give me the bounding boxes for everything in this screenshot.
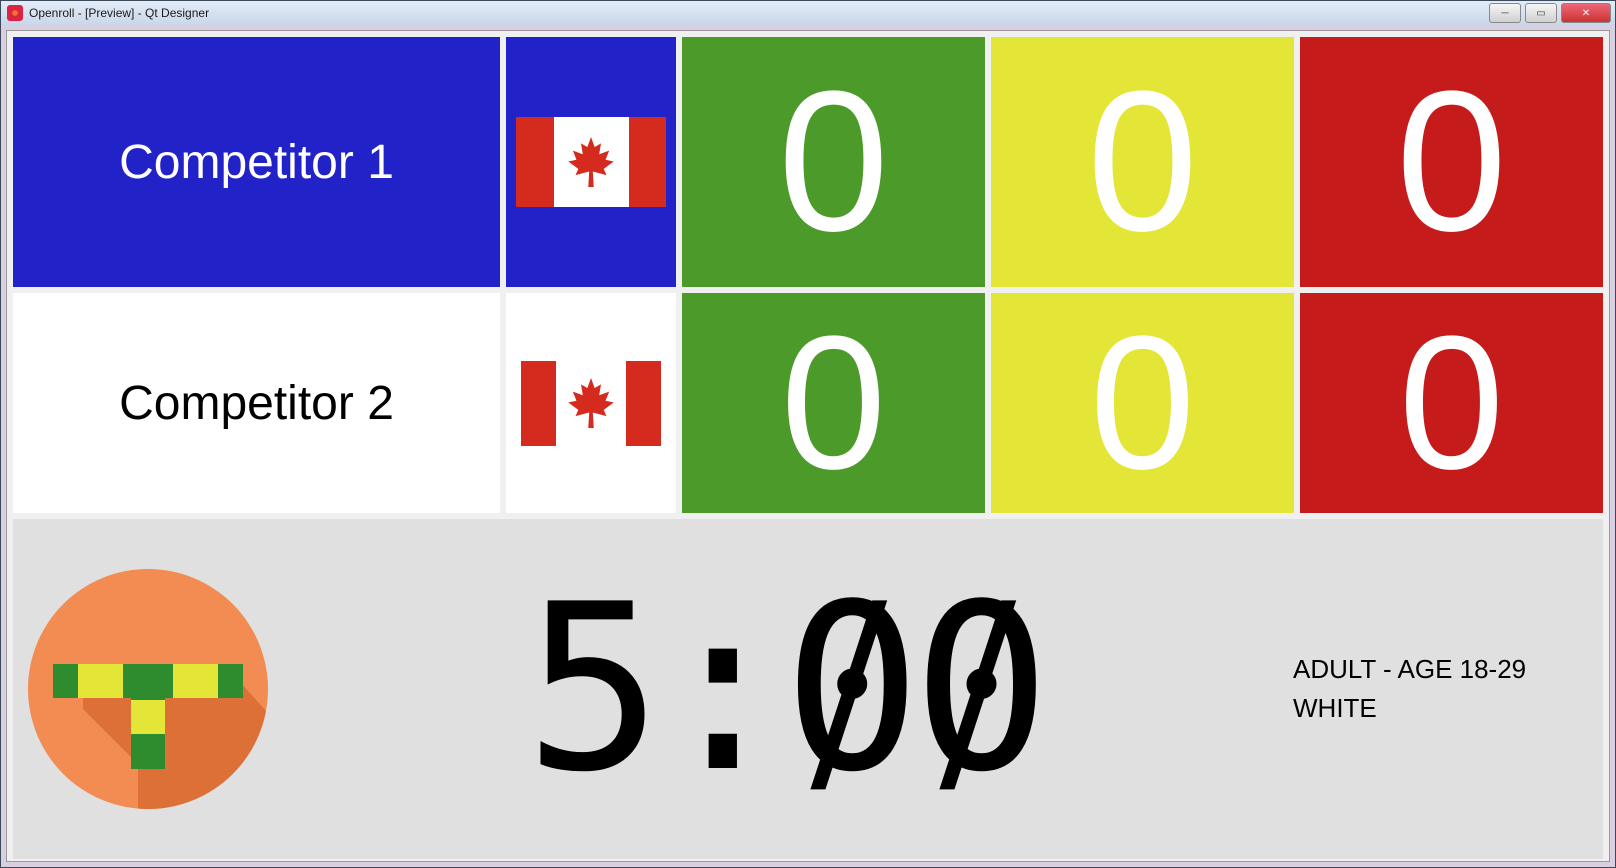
window-buttons: ─ ▭ ✕ xyxy=(1489,3,1611,23)
competitor1-penalties[interactable]: 0 xyxy=(1300,37,1603,287)
division-info: ADULT - AGE 18-29 WHITE xyxy=(1293,650,1583,728)
tshirt-logo-icon xyxy=(23,564,273,814)
canada-flag-icon xyxy=(521,361,661,446)
competitor1-points[interactable]: 0 xyxy=(682,37,985,287)
bottom-panel: 5:0/0/ ADULT - AGE 18-29 WHITE xyxy=(13,519,1603,859)
division-belt: WHITE xyxy=(1293,689,1583,728)
competitor1-row: Competitor 1 0 xyxy=(13,37,1603,287)
maple-leaf-icon xyxy=(567,378,615,428)
timer-value: 5:0/0/ xyxy=(524,556,1041,823)
competitor1-points-value: 0 xyxy=(778,62,889,262)
window-title: Openroll - [Preview] - Qt Designer xyxy=(29,6,209,20)
competitor2-advantages-value: 0 xyxy=(1090,308,1196,498)
maple-leaf-icon xyxy=(567,137,615,187)
minimize-button[interactable]: ─ xyxy=(1489,3,1521,23)
competitor1-name-cell[interactable]: Competitor 1 xyxy=(13,37,500,287)
competitor1-name: Competitor 1 xyxy=(119,135,394,190)
competitor2-penalties-value: 0 xyxy=(1399,308,1505,498)
competitor1-penalties-value: 0 xyxy=(1396,62,1507,262)
competitor2-penalties[interactable]: 0 xyxy=(1300,293,1603,513)
scoreboard: Competitor 1 0 xyxy=(6,30,1610,862)
competitor2-row: Competitor 2 0 xyxy=(13,293,1603,513)
competitor2-flag-cell[interactable] xyxy=(506,293,676,513)
titlebar[interactable]: Openroll - [Preview] - Qt Designer ─ ▭ ✕ xyxy=(1,1,1615,26)
window-frame: Openroll - [Preview] - Qt Designer ─ ▭ ✕… xyxy=(0,0,1616,868)
competitor1-flag-cell[interactable] xyxy=(506,37,676,287)
competitor2-name: Competitor 2 xyxy=(119,376,394,431)
competitor2-points[interactable]: 0 xyxy=(682,293,985,513)
match-timer[interactable]: 5:0/0/ xyxy=(293,556,1273,823)
client-area: Competitor 1 0 xyxy=(1,25,1615,867)
competitor2-points-value: 0 xyxy=(781,308,887,498)
app-icon xyxy=(7,5,23,21)
competitor2-advantages[interactable]: 0 xyxy=(991,293,1294,513)
close-button[interactable]: ✕ xyxy=(1561,3,1611,23)
competitor1-advantages[interactable]: 0 xyxy=(991,37,1294,287)
app-logo xyxy=(23,564,273,814)
division-age: ADULT - AGE 18-29 xyxy=(1293,650,1583,689)
competitor1-advantages-value: 0 xyxy=(1087,62,1198,262)
competitor2-name-cell[interactable]: Competitor 2 xyxy=(13,293,500,513)
canada-flag-icon xyxy=(516,117,666,207)
maximize-button[interactable]: ▭ xyxy=(1525,3,1557,23)
